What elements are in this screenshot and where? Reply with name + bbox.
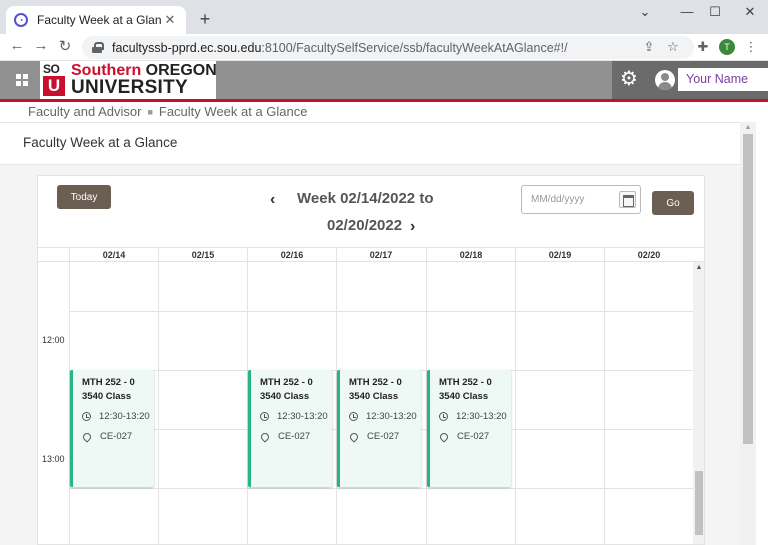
- page-title: Faculty Week at a Glance: [23, 135, 178, 150]
- browser-tab[interactable]: ◔ Faculty Week at a Glance ✕: [6, 6, 186, 34]
- location-pin-icon: [348, 430, 360, 443]
- day-header: 02/18: [426, 248, 515, 262]
- back-arrow-icon[interactable]: ←: [7, 37, 27, 54]
- tab-favicon-icon: ◔: [14, 13, 28, 27]
- date-input[interactable]: MM/dd/yyyy: [521, 185, 641, 214]
- grid-column-line: [158, 262, 159, 544]
- breadcrumb-separator: ■: [147, 106, 153, 117]
- browser-menu-icon[interactable]: ⋮: [742, 39, 760, 55]
- event-card[interactable]: MTH 252 - 0 3540 Class 12:30-13:20 CE-02…: [248, 370, 332, 487]
- scroll-up-arrow-icon[interactable]: ▲: [693, 264, 704, 271]
- day-header: 02/19: [515, 248, 604, 262]
- time-label: 12:00: [42, 335, 65, 345]
- go-button[interactable]: Go: [652, 191, 694, 215]
- browser-tab-bar: ◔ Faculty Week at a Glance ✕ + ⌄ — ☐ ✕: [0, 0, 768, 34]
- day-header: 02/14: [69, 248, 158, 262]
- day-header: 02/16: [247, 248, 336, 262]
- reload-icon[interactable]: ↻: [55, 37, 75, 55]
- close-window-button[interactable]: ✕: [735, 4, 765, 20]
- grid-column-line: [604, 262, 605, 544]
- divider: [0, 122, 740, 123]
- clock-icon: [349, 412, 358, 421]
- event-card[interactable]: MTH 252 - 0 3540 Class 12:30-13:20 CE-02…: [427, 370, 511, 487]
- event-location: CE-027: [100, 431, 133, 442]
- event-time: 12:30-13:20: [277, 411, 328, 422]
- calendar-time-grid: 12:00 13:00 MTH 252 - 0 3540 Class 12:30…: [38, 262, 704, 544]
- bookmark-star-icon[interactable]: ☆: [664, 39, 682, 55]
- page-scrollbar-thumb[interactable]: [743, 134, 753, 444]
- calendar-scrollbar[interactable]: ▲: [693, 262, 704, 544]
- grid-row-line: [69, 311, 693, 312]
- user-name[interactable]: Your Name: [678, 68, 768, 91]
- week-range-title: Week 02/14/2022 to: [297, 190, 434, 207]
- event-title: MTH 252 - 0 3540 Class: [439, 377, 492, 402]
- lock-icon: [92, 42, 104, 53]
- week-calendar: Today ‹ Week 02/14/2022 to 02/20/2022 › …: [37, 175, 705, 545]
- calendar-picker-icon[interactable]: [619, 191, 636, 208]
- header-accent-bar: [0, 99, 768, 102]
- time-label: 13:00: [42, 454, 65, 464]
- university-logo[interactable]: SO U Southern OREGON UNIVERSITY: [40, 61, 217, 99]
- week-range-end: 02/20/2022: [327, 217, 403, 234]
- event-card[interactable]: MTH 252 - 0 3540 Class 12:30-13:20 CE-02…: [337, 370, 421, 487]
- event-time: 12:30-13:20: [366, 411, 417, 422]
- maximize-button[interactable]: ☐: [700, 4, 730, 20]
- logo-wordmark-line2: UNIVERSITY: [71, 77, 189, 98]
- event-time: 12:30-13:20: [99, 411, 150, 422]
- event-title: MTH 252 - 0 3540 Class: [349, 377, 402, 402]
- breadcrumb-item-faculty-advisor[interactable]: Faculty and Advisor: [28, 104, 141, 119]
- forward-arrow-icon[interactable]: →: [31, 37, 51, 54]
- app-header: SO U Southern OREGON UNIVERSITY ⚙ Your N…: [0, 61, 768, 99]
- previous-week-chevron-icon[interactable]: ‹: [270, 191, 275, 209]
- date-input-placeholder: MM/dd/yyyy: [531, 194, 585, 205]
- grid-column-line: [515, 262, 516, 544]
- app-menu-grid-icon[interactable]: [16, 74, 28, 86]
- day-header: 02/15: [158, 248, 247, 262]
- event-title: MTH 252 - 0 3540 Class: [82, 377, 135, 402]
- breadcrumb-item-current: Faculty Week at a Glance: [158, 104, 308, 119]
- scroll-up-arrow-icon[interactable]: ▲: [740, 124, 756, 131]
- new-tab-button[interactable]: +: [196, 9, 214, 30]
- day-header: 02/20: [604, 248, 693, 262]
- browser-toolbar: ← → ↻ facultyssb-pprd.ec.sou.edu :8100/F…: [0, 34, 768, 61]
- event-card[interactable]: MTH 252 - 0 3540 Class 12:30-13:20 CE-02…: [70, 370, 154, 487]
- user-avatar-icon[interactable]: [655, 70, 675, 90]
- tab-search-chevron-icon[interactable]: ⌄: [630, 4, 660, 20]
- event-location: CE-027: [457, 431, 490, 442]
- url-host: facultyssb-pprd.ec.sou.edu: [112, 40, 262, 55]
- share-icon[interactable]: ⇪: [640, 39, 658, 55]
- day-header: 02/17: [336, 248, 425, 262]
- tab-close-icon[interactable]: ✕: [162, 12, 178, 28]
- breadcrumb: Faculty and Advisor ■ Faculty Week at a …: [28, 104, 308, 119]
- location-pin-icon: [259, 430, 271, 443]
- event-title: MTH 252 - 0 3540 Class: [260, 377, 313, 402]
- sou-seal: SO U: [43, 63, 67, 97]
- next-week-chevron-icon[interactable]: ›: [410, 218, 415, 236]
- event-time: 12:30-13:20: [456, 411, 507, 422]
- grid-row-line: [69, 488, 693, 489]
- clock-icon: [260, 412, 269, 421]
- location-pin-icon: [438, 430, 450, 443]
- location-pin-icon: [81, 430, 93, 443]
- day-header-row: 02/14 02/15 02/16 02/17 02/18 02/19 02/2…: [38, 247, 704, 262]
- user-panel: ⚙ Your Name: [612, 61, 768, 99]
- clock-icon: [82, 412, 91, 421]
- address-bar[interactable]: facultyssb-pprd.ec.sou.edu :8100/Faculty…: [82, 36, 694, 59]
- extensions-puzzle-icon[interactable]: ✚: [694, 39, 712, 55]
- page-scrollbar[interactable]: ▲: [740, 122, 756, 545]
- event-location: CE-027: [367, 431, 400, 442]
- minimize-button[interactable]: —: [672, 4, 702, 19]
- calendar-scrollbar-thumb[interactable]: [695, 471, 703, 535]
- today-button[interactable]: Today: [57, 185, 111, 209]
- event-location: CE-027: [278, 431, 311, 442]
- clock-icon: [439, 412, 448, 421]
- tab-title: Faculty Week at a Glance: [37, 13, 162, 27]
- gear-icon[interactable]: ⚙: [620, 69, 638, 89]
- url-path: :8100/FacultySelfService/ssb/facultyWeek…: [261, 40, 568, 55]
- profile-avatar[interactable]: T: [719, 39, 735, 55]
